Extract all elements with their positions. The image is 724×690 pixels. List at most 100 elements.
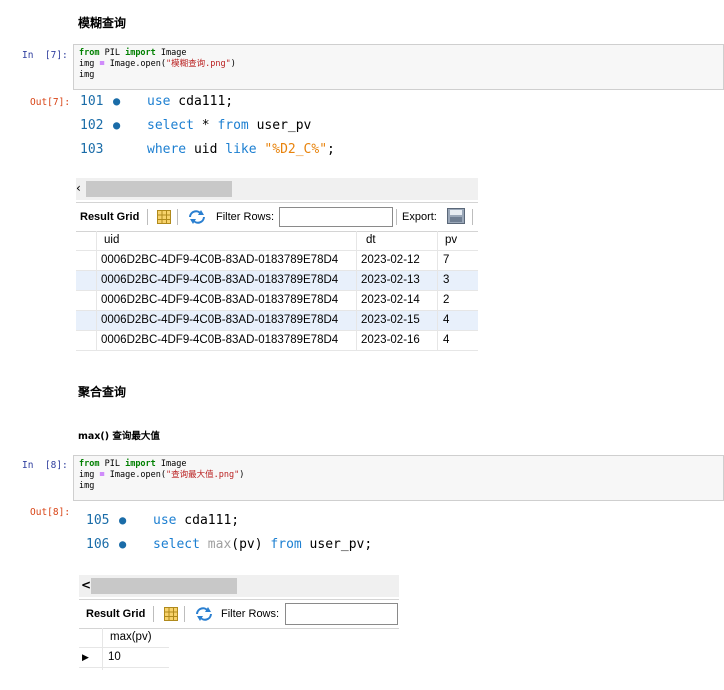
table-row[interactable]: 0006D2BC-4DF9-4C0B-83AD-0183789E78D4 202… xyxy=(76,271,478,291)
refresh-icon[interactable] xyxy=(195,607,213,621)
section-subheading-max: max() 查询最大值 xyxy=(78,431,160,442)
column-header-dt[interactable]: dt xyxy=(366,234,376,246)
sql-keyword: use xyxy=(147,94,171,109)
line-number: 106 xyxy=(86,537,110,552)
sql-function: max xyxy=(207,537,232,552)
code-keyword: import xyxy=(125,48,156,58)
filter-rows-input[interactable] xyxy=(285,603,398,625)
scroll-left-arrow-icon[interactable]: ‹ xyxy=(76,181,81,195)
code-text: ) xyxy=(230,59,236,69)
cell-dt: 2023-02-14 xyxy=(361,294,420,306)
sql-text: (pv) xyxy=(231,537,271,552)
result-grid-tab[interactable]: Result Grid xyxy=(86,608,145,620)
cell-7-output-prompt: Out[7]: xyxy=(30,97,71,108)
cell-8-output-prompt: Out[8]: xyxy=(30,507,71,518)
sql-text: user_pv; xyxy=(301,537,373,552)
cell-dt: 2023-02-15 xyxy=(361,314,420,326)
cell-dt: 2023-02-13 xyxy=(361,274,420,286)
code-text: img xyxy=(79,59,100,69)
line-number: 103 xyxy=(80,142,104,157)
sql-line-102: 102 ● select * from user_pv xyxy=(80,118,380,142)
code-string: "模糊查询.png" xyxy=(166,59,231,69)
sql-keyword: from xyxy=(270,537,302,552)
scrollbar-thumb[interactable] xyxy=(86,181,232,197)
table-row[interactable]: 0006D2BC-4DF9-4C0B-83AD-0183789E78D4 202… xyxy=(76,251,478,271)
scrollbar-thumb[interactable] xyxy=(91,578,237,594)
sql-line-103: 103 where uid like "%D2_C%"; xyxy=(80,142,380,166)
line-number: 102 xyxy=(80,118,104,133)
result-table: uid dt pv 0006D2BC-4DF9-4C0B-83AD-018378… xyxy=(76,231,478,353)
code-text: img xyxy=(79,481,95,491)
cell-uid: 0006D2BC-4DF9-4C0B-83AD-0183789E78D4 xyxy=(101,294,339,306)
cell-max-pv: 10 xyxy=(108,651,121,663)
breakpoint-dot-icon: ● xyxy=(113,118,121,132)
cell-pv: 2 xyxy=(443,294,450,306)
table-row[interactable]: 0006D2BC-4DF9-4C0B-83AD-0183789E78D4 202… xyxy=(76,291,478,311)
scroll-left-arrow-icon[interactable]: < xyxy=(81,578,91,592)
sql-line-105: 105 ● use cda111; xyxy=(86,513,406,537)
cell-dt: 2023-02-12 xyxy=(361,254,420,266)
sql-keyword: select xyxy=(153,537,200,552)
export-icon[interactable] xyxy=(447,208,465,224)
table-row[interactable]: ▶ 10 xyxy=(79,648,169,668)
column-header-max-pv[interactable]: max(pv) xyxy=(110,631,152,643)
cell-uid: 0006D2BC-4DF9-4C0B-83AD-0183789E78D4 xyxy=(101,274,339,286)
sql-line-106: 106 ● select max(pv) from user_pv; xyxy=(86,537,406,561)
filter-rows-input[interactable] xyxy=(279,207,393,227)
code-keyword: import xyxy=(125,459,156,469)
cell-8-code-editor[interactable]: from PIL import Image img = Image.open("… xyxy=(73,455,724,501)
sql-text: cda111; xyxy=(176,513,240,528)
refresh-icon[interactable] xyxy=(188,210,206,224)
cell-pv: 7 xyxy=(443,254,450,266)
result-grid-tab[interactable]: Result Grid xyxy=(80,211,139,223)
sql-keyword: where xyxy=(147,142,187,157)
table-header-row: uid dt pv xyxy=(76,231,478,251)
result-grid-panel-1: ‹ Result Grid Filter Rows: Export: uid d… xyxy=(76,178,478,353)
code-keyword: from xyxy=(79,459,100,469)
cell-pv: 4 xyxy=(443,314,450,326)
code-text: Image.open( xyxy=(104,59,167,69)
result-grid-toolbar: Result Grid Filter Rows: xyxy=(79,599,399,629)
breakpoint-dot-icon: ● xyxy=(119,513,127,527)
cell-uid: 0006D2BC-4DF9-4C0B-83AD-0183789E78D4 xyxy=(101,254,339,266)
sql-text: * xyxy=(193,118,218,133)
table-row[interactable]: 0006D2BC-4DF9-4C0B-83AD-0183789E78D4 202… xyxy=(76,311,478,331)
line-number: 101 xyxy=(80,94,104,109)
code-text: ) xyxy=(239,470,245,480)
code-text: PIL xyxy=(99,48,126,58)
sql-keyword: like xyxy=(225,142,257,157)
code-text: Image xyxy=(155,48,187,58)
sql-keyword: use xyxy=(153,513,177,528)
sql-keyword: select xyxy=(147,118,194,133)
sql-editor-image-1: 101 ● use cda111; 102 ● select * from us… xyxy=(80,94,380,166)
code-string: "查询最大值.png" xyxy=(166,470,240,480)
column-header-uid[interactable]: uid xyxy=(104,234,119,246)
sql-text: user_pv xyxy=(248,118,312,133)
column-header-pv[interactable]: pv xyxy=(445,234,457,246)
cell-pv: 3 xyxy=(443,274,450,286)
cell-7-code-editor[interactable]: from PIL import Image img = Image.open("… xyxy=(73,44,724,90)
breakpoint-dot-icon: ● xyxy=(113,94,121,108)
breakpoint-dot-icon: ● xyxy=(119,537,127,551)
table-header-row: max(pv) xyxy=(79,628,169,648)
code-text: Image.open( xyxy=(104,470,167,480)
horizontal-scrollbar[interactable]: < xyxy=(79,575,399,597)
section-heading-fuzzy-query: 模糊查询 xyxy=(78,16,127,30)
sql-line-101: 101 ● use cda111; xyxy=(80,94,380,118)
cell-pv: 4 xyxy=(443,334,450,346)
export-label: Export: xyxy=(402,211,437,223)
result-grid-panel-2: < Result Grid Filter Rows: max(pv) ▶ 10 xyxy=(79,575,399,675)
cell-7-input-prompt: In [7]: xyxy=(22,50,68,61)
section-heading-aggregate-query: 聚合查询 xyxy=(78,385,127,399)
line-number: 105 xyxy=(86,513,110,528)
cell-uid: 0006D2BC-4DF9-4C0B-83AD-0183789E78D4 xyxy=(101,314,339,326)
sql-text: uid xyxy=(186,142,226,157)
grid-view-icon[interactable] xyxy=(157,210,171,224)
code-keyword: from xyxy=(79,48,100,58)
cell-dt: 2023-02-16 xyxy=(361,334,420,346)
result-grid-toolbar: Result Grid Filter Rows: Export: xyxy=(76,202,478,232)
code-text: PIL xyxy=(99,459,126,469)
horizontal-scrollbar[interactable]: ‹ xyxy=(76,178,478,200)
grid-view-icon[interactable] xyxy=(164,607,178,621)
table-row[interactable]: 0006D2BC-4DF9-4C0B-83AD-0183789E78D4 202… xyxy=(76,331,478,351)
